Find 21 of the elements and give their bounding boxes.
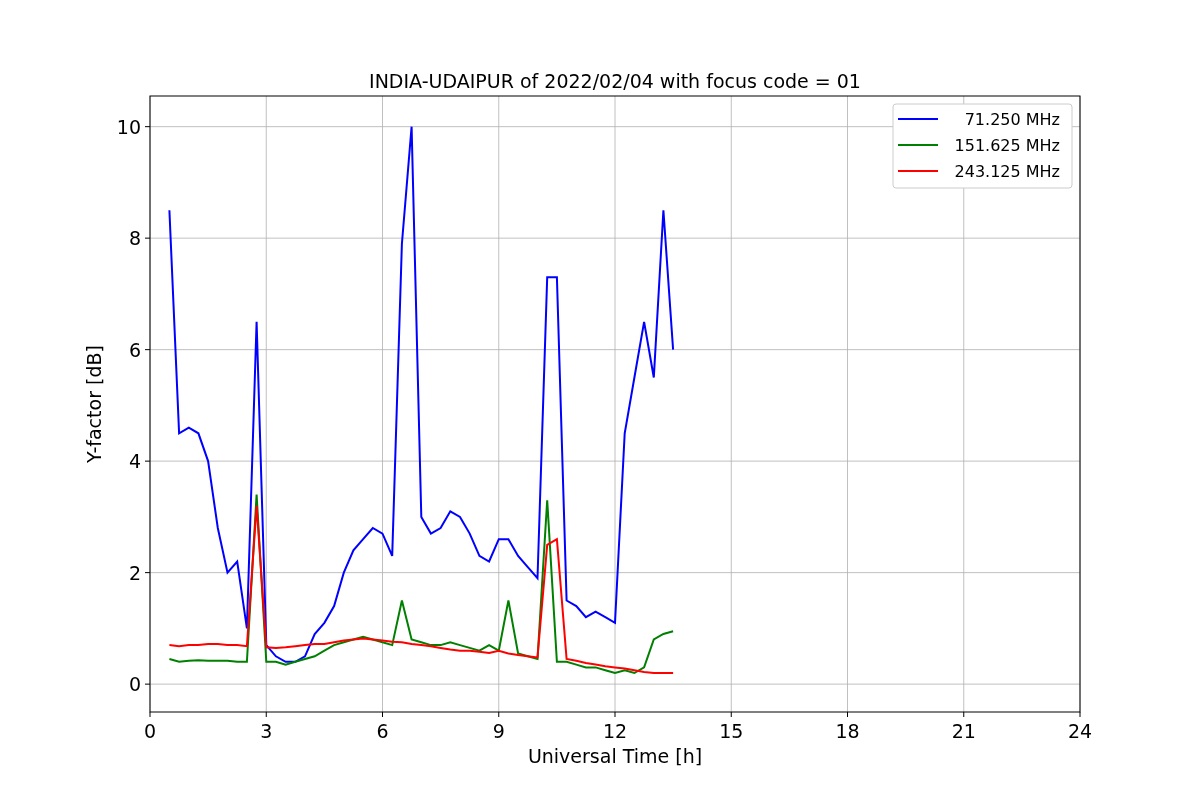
legend-label: 243.125 MHz: [954, 162, 1060, 181]
tick-label: 0: [128, 673, 141, 696]
tick-label: 12: [602, 720, 628, 742]
tick-label: 9: [492, 720, 505, 742]
tick-label: 6: [128, 338, 141, 361]
tick-label: 3: [260, 720, 273, 742]
tick-label: 21: [951, 720, 976, 742]
tick-label: 24: [1067, 720, 1093, 742]
tick-label: 15: [719, 720, 744, 742]
chart-title: INDIA-UDAIPUR of 2022/02/04 with focus code = 01: [369, 70, 861, 92]
legend-label: 151.625 MHz: [954, 136, 1060, 155]
legend-label: 71.250 MHz: [964, 110, 1060, 129]
tick-label: 10: [116, 115, 141, 138]
tick-label: 2: [128, 561, 141, 584]
y-axis-label: Y-factor [dB]: [83, 345, 105, 463]
tick-label: 4: [128, 450, 141, 473]
tick-label: 0: [143, 720, 157, 742]
tick-label: 8: [128, 227, 141, 250]
x-axis-label: Universal Time [h]: [527, 745, 703, 767]
tick-label: 18: [835, 720, 860, 742]
tick-label: 6: [376, 720, 389, 742]
